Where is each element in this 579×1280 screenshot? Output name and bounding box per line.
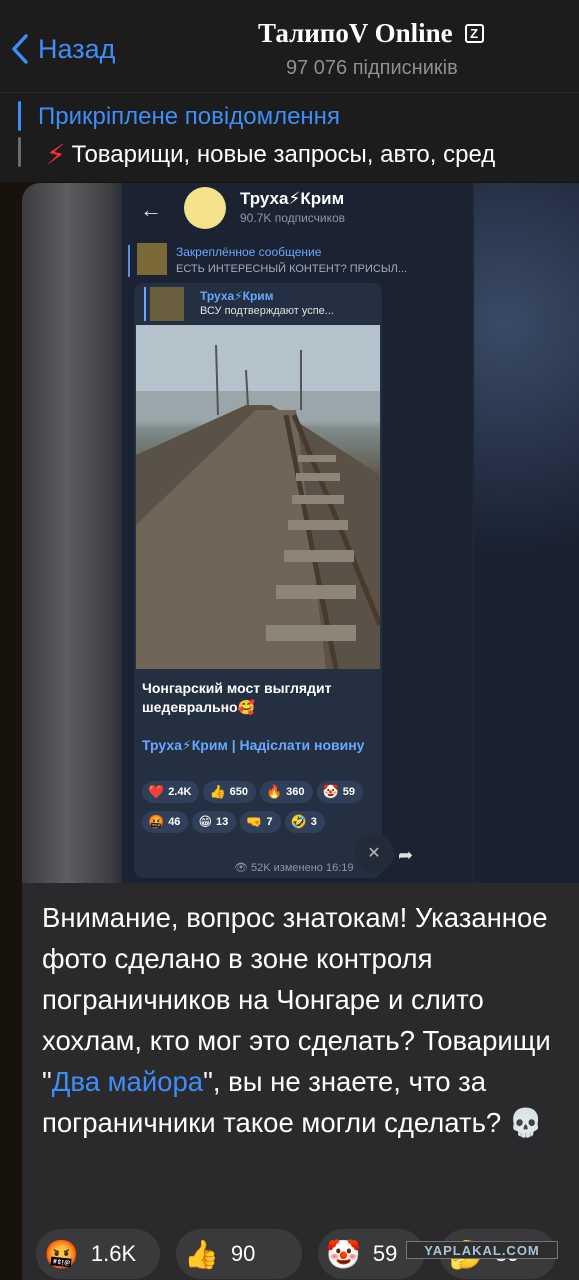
screenshot-subscribers: 90.7K подписчиков bbox=[240, 211, 346, 225]
reaction-count: 650 bbox=[229, 786, 248, 798]
reaction-emoji-icon: 🔥 bbox=[265, 784, 283, 799]
channel-header: Назад ТалипоV Online Z 97 076 підписникі… bbox=[0, 0, 579, 92]
channel-badge-icon: Z bbox=[464, 24, 484, 43]
screenshot-pin-indicator bbox=[128, 245, 130, 277]
reaction-emoji-icon: 🤣 bbox=[290, 814, 307, 829]
channel-title[interactable]: ТалипоV Online Z bbox=[258, 18, 484, 49]
reaction-count: 46 bbox=[168, 816, 181, 828]
screenshot-pin-thumbnail bbox=[137, 243, 167, 275]
lightning-icon: ⚡ bbox=[46, 139, 66, 170]
screenshot-reaction-chip: ❤️ 2.4K bbox=[142, 781, 200, 803]
screenshot-pinned-title: Закреплённое сообщение bbox=[176, 245, 322, 259]
reaction-count: 7 bbox=[266, 816, 273, 828]
reaction-count: 90 bbox=[230, 1241, 256, 1266]
close-icon: ✕ bbox=[354, 833, 394, 873]
back-label: Назад bbox=[38, 33, 116, 64]
screenshot-pinned-text: ЕСТЬ ИНТЕРЕСНЫЙ КОНТЕНТ? ПРИСЫЛ... bbox=[176, 263, 407, 275]
watermark: YAPLAKAL.COM bbox=[406, 1241, 558, 1259]
pinned-text: Товарищи, новые запросы, авто, сред bbox=[71, 140, 496, 168]
avatar bbox=[184, 187, 226, 229]
reaction-emoji-icon: 👍 bbox=[184, 1238, 219, 1270]
reaction-count: 13 bbox=[216, 816, 229, 828]
pinned-title: Прикріплене повідомлення bbox=[38, 103, 340, 130]
arrow-left-icon: ← bbox=[140, 197, 162, 222]
reply-name: Труха⚡Крим bbox=[200, 289, 274, 303]
reply-thumbnail bbox=[150, 287, 184, 321]
reaction-count: 1.6K bbox=[90, 1241, 137, 1266]
pinned-text-row: ⚡ Товарищи, новые запросы, авто, сред bbox=[46, 138, 495, 171]
starfield-background bbox=[474, 183, 579, 883]
screenshot-reaction-chip: 🤡 59 bbox=[316, 781, 363, 803]
reaction-button[interactable]: 🤬 1.6K bbox=[36, 1229, 160, 1279]
reaction-count: 59 bbox=[372, 1241, 398, 1266]
reaction-emoji-icon: ❤️ bbox=[148, 784, 165, 799]
screenshot-meta: 👁 52K изменено 16:19 bbox=[234, 862, 354, 874]
pinned-message-bar[interactable]: Прикріплене повідомлення ⚡ Товарищи, нов… bbox=[0, 92, 579, 182]
reaction-count: 360 bbox=[286, 786, 305, 798]
reaction-emoji-icon: 🤡 bbox=[322, 784, 339, 799]
screenshot-channel-name: Труха⚡Крим bbox=[240, 189, 345, 208]
reaction-emoji-icon: 🤡 bbox=[326, 1238, 361, 1270]
chevron-left-icon bbox=[12, 34, 28, 64]
screenshot-link: Труха⚡Крим | Надіслати новину bbox=[142, 737, 365, 753]
reply-text: ВСУ подтверждают успе... bbox=[200, 305, 334, 317]
pinned-indicator-2 bbox=[18, 137, 21, 167]
screenshot-message: Труха⚡Крим ВСУ подтверждают успе... Чонг… bbox=[134, 283, 382, 878]
screenshot-caption: Чонгарский мост выглядит шедеврально🥰 bbox=[142, 680, 332, 715]
pinned-indicator bbox=[18, 101, 21, 131]
reaction-emoji-icon: 👍 bbox=[209, 784, 226, 799]
channel-title-text: ТалипоV Online bbox=[258, 18, 453, 48]
screenshot-reaction-chip: 🤬 46 bbox=[142, 811, 189, 833]
screenshot-reaction-chip: 🤜 7 bbox=[240, 811, 281, 833]
mention-link[interactable]: Два майора bbox=[52, 1066, 203, 1097]
message-text: Внимание, вопрос знатокам! Указанное фот… bbox=[42, 897, 562, 1143]
screenshot-reaction-chip: 👍 650 bbox=[203, 781, 256, 803]
reaction-emoji-icon: 🤬 bbox=[148, 814, 165, 829]
reaction-emoji-icon: 🤜 bbox=[246, 814, 263, 829]
subscriber-count: 97 076 підписників bbox=[286, 57, 458, 79]
reaction-count: 3 bbox=[310, 816, 317, 828]
screenshot-reaction-chip: 🔥 360 bbox=[259, 781, 313, 803]
message-photo[interactable]: ← Труха⚡Крим 90.7K подписчиков Закреплён… bbox=[22, 183, 579, 883]
reaction-button[interactable]: 👍 90 bbox=[176, 1229, 302, 1279]
forward-icon: ➦ bbox=[398, 845, 414, 865]
message-bubble: ← Труха⚡Крим 90.7K подписчиков Закреплён… bbox=[22, 183, 579, 1280]
screenshot-reaction-chip: 🤣 3 bbox=[284, 811, 325, 833]
reaction-count: 59 bbox=[342, 786, 355, 798]
embedded-screenshot: ← Труха⚡Крим 90.7K подписчиков Закреплён… bbox=[122, 183, 472, 883]
back-button[interactable]: Назад bbox=[12, 26, 115, 72]
reaction-emoji-icon: 🤬 bbox=[44, 1238, 79, 1270]
screenshot-reaction-chip: 😁 13 bbox=[192, 811, 237, 833]
railway-illustration bbox=[136, 325, 380, 669]
screenshot-reactions: ❤️ 2.4K 👍 650 🔥 360 🤡 59 🤬 46 😁 13 🤜 7 🤣 3 bbox=[142, 781, 382, 841]
reaction-count: 2.4K bbox=[168, 786, 192, 798]
reply-indicator bbox=[144, 287, 146, 321]
railway-photo bbox=[136, 325, 380, 669]
reaction-emoji-icon: 😁 bbox=[198, 814, 212, 829]
